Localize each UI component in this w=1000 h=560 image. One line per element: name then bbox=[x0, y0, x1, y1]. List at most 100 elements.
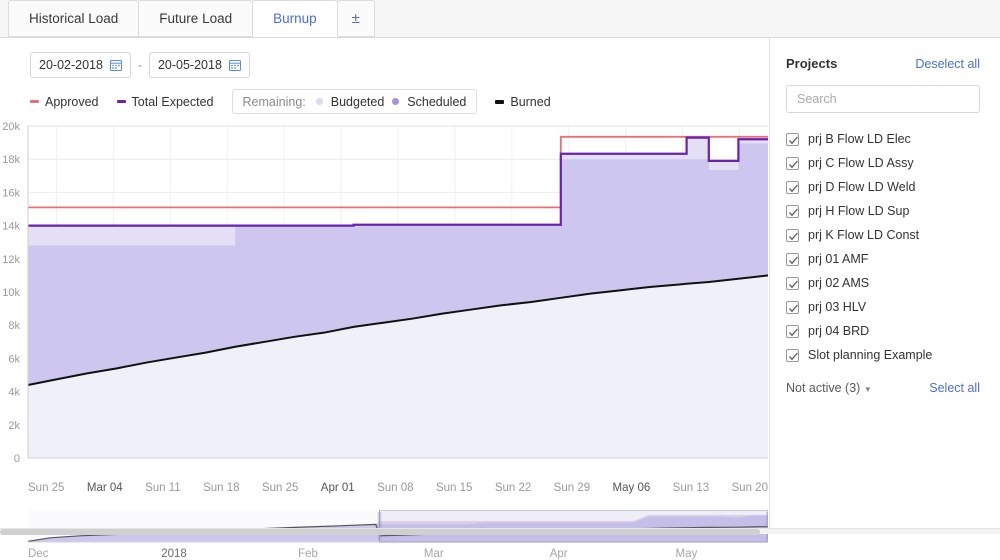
chart-pane: 20-02-2018 - 20-05-2018 Approved Total E… bbox=[0, 38, 770, 560]
projects-sidebar: Projects Deselect all prj B Flow LD Elec… bbox=[770, 38, 1000, 534]
project-label: Slot planning Example bbox=[808, 348, 933, 362]
tab-burnup[interactable]: Burnup bbox=[252, 0, 338, 37]
x-axis-tick-label: Sun 15 bbox=[435, 482, 473, 494]
project-checkbox[interactable] bbox=[786, 204, 799, 218]
project-list-item[interactable]: prj B Flow LD Elec bbox=[786, 127, 1000, 151]
start-date-input[interactable]: 20-02-2018 bbox=[30, 52, 131, 78]
navigator-right-handle[interactable] bbox=[766, 512, 770, 540]
navigator-tick-label: 2018 bbox=[161, 548, 187, 560]
project-list-item[interactable]: prj D Flow LD Weld bbox=[786, 175, 1000, 199]
legend-remaining-title: Remaining: bbox=[242, 94, 306, 109]
y-axis-tick-label: 6k bbox=[8, 353, 20, 365]
select-all-link[interactable]: Select all bbox=[929, 381, 980, 395]
project-checkbox[interactable] bbox=[786, 252, 799, 266]
legend-label-budgeted[interactable]: Budgeted bbox=[331, 95, 385, 109]
horizontal-scrollbar[interactable] bbox=[0, 528, 1000, 535]
navigator-tick-label: Mar bbox=[423, 548, 444, 560]
navigator-tick-label: Apr bbox=[549, 548, 568, 560]
tab-historical-load[interactable]: Historical Load bbox=[8, 0, 140, 37]
y-axis-tick-label: 10k bbox=[2, 287, 20, 299]
x-axis-tick-label: Sun 18 bbox=[203, 482, 240, 494]
project-checkbox[interactable] bbox=[786, 276, 799, 290]
y-axis-tick-label: 14k bbox=[2, 221, 20, 233]
project-list-item[interactable]: prj K Flow LD Const bbox=[786, 223, 1000, 247]
legend-total-expected[interactable]: Total Expected bbox=[116, 94, 214, 109]
navigator-left-handle[interactable] bbox=[377, 512, 382, 540]
project-label: prj D Flow LD Weld bbox=[808, 180, 916, 194]
project-label: prj 02 AMS bbox=[808, 276, 870, 290]
plus-minus-icon: ± bbox=[351, 10, 360, 27]
date-separator: - bbox=[137, 58, 142, 72]
project-checkbox[interactable] bbox=[786, 348, 799, 362]
chart-controls: 20-02-2018 - 20-05-2018 Approved Total E… bbox=[0, 38, 769, 114]
start-date-value: 20-02-2018 bbox=[39, 58, 103, 72]
legend-swatch bbox=[495, 99, 505, 104]
navigator-tick-label: May bbox=[675, 548, 698, 560]
legend-swatch-budgeted bbox=[315, 98, 323, 105]
project-label: prj H Flow LD Sup bbox=[808, 204, 910, 218]
not-active-label: Not active (3) bbox=[786, 381, 861, 395]
project-list-item[interactable]: prj 01 AMF bbox=[786, 247, 1000, 271]
x-axis-tick-label: Sun 13 bbox=[672, 482, 710, 494]
navigator-selection-window[interactable] bbox=[379, 509, 769, 543]
project-list-item[interactable]: prj H Flow LD Sup bbox=[786, 199, 1000, 223]
project-checkbox[interactable] bbox=[786, 180, 799, 194]
x-axis-tick-label: Sun 11 bbox=[145, 482, 181, 494]
legend-swatch bbox=[116, 100, 126, 103]
legend-swatch-scheduled bbox=[392, 98, 400, 105]
sidebar-title: Projects bbox=[786, 56, 838, 71]
navigator-tick-label: Feb bbox=[298, 548, 318, 560]
y-axis-tick-label: 18k bbox=[2, 154, 20, 166]
x-axis-tick-label: Mar 04 bbox=[86, 482, 123, 494]
search-input[interactable] bbox=[786, 85, 980, 113]
tab-future-load[interactable]: Future Load bbox=[138, 0, 254, 37]
legend-label: Burned bbox=[510, 94, 551, 109]
end-date-input[interactable]: 20-05-2018 bbox=[148, 52, 250, 78]
project-label: prj 03 HLV bbox=[808, 300, 867, 314]
sidebar-header: Projects Deselect all bbox=[786, 56, 1000, 71]
project-checkbox[interactable] bbox=[786, 300, 799, 314]
project-checkbox[interactable] bbox=[786, 156, 799, 170]
project-list-item[interactable]: prj 02 AMS bbox=[786, 271, 1000, 295]
legend-label-scheduled[interactable]: Scheduled bbox=[407, 95, 466, 109]
x-axis-tick-label: Sun 20 bbox=[731, 482, 768, 494]
y-axis-tick-label: 0 bbox=[14, 453, 20, 462]
tab-label: Burnup bbox=[273, 11, 317, 26]
calendar-icon bbox=[109, 60, 122, 71]
y-axis-tick-label: 12k bbox=[2, 254, 20, 266]
project-label: prj C Flow LD Assy bbox=[808, 156, 914, 170]
scrollbar-thumb[interactable] bbox=[0, 529, 760, 535]
project-list-item[interactable]: prj C Flow LD Assy bbox=[786, 151, 1000, 175]
navigator-tick-label: Dec bbox=[28, 548, 49, 560]
project-list-item[interactable]: prj 03 HLV bbox=[786, 295, 1000, 319]
x-axis-tick-label: May 06 bbox=[612, 482, 651, 494]
project-checkbox[interactable] bbox=[786, 228, 799, 242]
y-axis-tick-label: 4k bbox=[8, 387, 20, 399]
sidebar-footer: Not active (3) ▼ Select all bbox=[786, 381, 1000, 395]
chart-plot-area[interactable]: 0 2k 4k 6k 8k 10k 12k 14k 16k 18k 20k bbox=[0, 122, 770, 462]
tab-add[interactable]: ± bbox=[336, 0, 375, 37]
content-area: 20-02-2018 - 20-05-2018 Approved Total E… bbox=[0, 38, 1000, 560]
project-label: prj 04 BRD bbox=[808, 324, 870, 338]
project-list-item[interactable]: prj 04 BRD bbox=[786, 319, 1000, 343]
legend-label: Total Expected bbox=[131, 94, 214, 109]
legend-approved[interactable]: Approved bbox=[30, 95, 99, 109]
project-checkbox[interactable] bbox=[786, 324, 799, 338]
tab-bar: Historical Load Future Load Burnup ± bbox=[0, 0, 1000, 38]
project-label: prj 01 AMF bbox=[808, 252, 869, 266]
project-list: prj B Flow LD Elec prj C Flow LD Assy prj … bbox=[786, 127, 1000, 367]
tab-label: Historical Load bbox=[29, 11, 119, 26]
deselect-all-link[interactable]: Deselect all bbox=[915, 57, 980, 71]
legend-label: Approved bbox=[45, 94, 99, 109]
project-label: prj K Flow LD Const bbox=[808, 228, 920, 242]
y-axis-tick-label: 16k bbox=[2, 187, 20, 199]
project-checkbox[interactable] bbox=[786, 132, 799, 146]
end-date-value: 20-05-2018 bbox=[157, 58, 222, 72]
x-axis-tick-label: Sun 25 bbox=[28, 482, 65, 494]
legend-burned[interactable]: Burned bbox=[495, 94, 551, 109]
y-axis-tick-label: 8k bbox=[8, 320, 20, 332]
calendar-icon bbox=[228, 60, 241, 71]
x-axis-tick-label: Sun 29 bbox=[553, 482, 591, 494]
not-active-dropdown[interactable]: Not active (3) ▼ bbox=[786, 381, 872, 395]
project-list-item[interactable]: Slot planning Example bbox=[786, 343, 1000, 367]
